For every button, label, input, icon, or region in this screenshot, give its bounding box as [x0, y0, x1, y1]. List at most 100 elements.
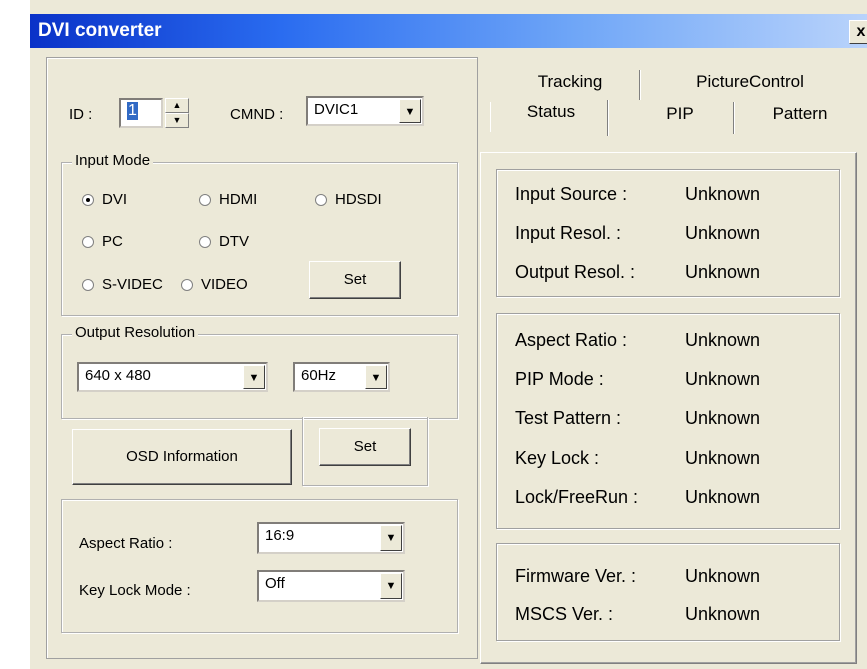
status-row-mscs-ver: MSCS Ver. : Unknown	[515, 604, 760, 625]
status-label: Output Resol. :	[515, 262, 636, 282]
spin-up-icon[interactable]: ▲	[165, 98, 189, 113]
tab-divider	[639, 70, 640, 100]
status-label: Aspect Ratio :	[515, 330, 628, 350]
status-label: MSCS Ver. :	[515, 604, 614, 624]
radio-label: S-VIDEC	[102, 276, 163, 293]
status-label: Input Source :	[515, 184, 628, 204]
tab-pattern[interactable]: Pattern	[740, 104, 860, 132]
key-lock-mode-label: Key Lock Mode :	[79, 582, 191, 599]
osd-set-button[interactable]: Set	[319, 428, 411, 466]
osd-information-button[interactable]: OSD Information	[72, 429, 292, 485]
status-row-pip-mode: PIP Mode : Unknown	[515, 369, 760, 390]
radio-label: HDMI	[219, 191, 258, 208]
radio-selected-icon	[82, 193, 94, 206]
status-row-firmware-ver: Firmware Ver. : Unknown	[515, 566, 760, 587]
chevron-down-icon[interactable]: ▼	[380, 525, 402, 551]
radio-pc[interactable]: PC	[82, 233, 123, 250]
status-label: Lock/FreeRun :	[515, 487, 639, 507]
tab-divider	[733, 102, 734, 134]
radio-label: DVI	[102, 191, 128, 208]
control-panel: ID : 1 ▲ ▼ CMND : DVIC1 ▼ Input Mode DVI…	[46, 57, 478, 659]
radio-label: PC	[102, 233, 123, 250]
status-row-lock-freerun: Lock/FreeRun : Unknown	[515, 487, 760, 508]
refresh-rate-select[interactable]: 60Hz ▼	[293, 362, 390, 392]
status-label: Firmware Ver. :	[515, 566, 637, 586]
radio-icon	[82, 278, 94, 291]
radio-hdmi[interactable]: HDMI	[199, 191, 257, 208]
status-value: Unknown	[685, 566, 761, 586]
chevron-down-icon[interactable]: ▼	[365, 365, 387, 389]
radio-icon	[181, 278, 193, 291]
status-row-output-resol: Output Resol. : Unknown	[515, 262, 760, 283]
aspect-ratio-select[interactable]: 16:9 ▼	[257, 522, 405, 554]
osd-set-frame: Set	[302, 417, 428, 486]
input-mode-group: Input Mode DVI HDMI HDSDI PC DTV S-VIDEC…	[61, 152, 458, 316]
status-value: Unknown	[685, 487, 761, 507]
aspect-ratio-label: Aspect Ratio :	[79, 535, 173, 552]
title-bar[interactable]: DVI converter x	[30, 14, 867, 48]
tab-status[interactable]: Status	[490, 102, 611, 132]
chevron-down-icon[interactable]: ▼	[243, 365, 265, 389]
status-value: Unknown	[685, 369, 761, 389]
status-value: Unknown	[685, 448, 761, 468]
key-lock-mode-value: Off	[265, 575, 285, 592]
status-value: Unknown	[685, 408, 761, 428]
resolution-value: 640 x 480	[85, 367, 151, 384]
status-label: PIP Mode :	[515, 369, 604, 389]
radio-dtv[interactable]: DTV	[199, 233, 249, 250]
status-label: Key Lock :	[515, 448, 600, 468]
radio-video[interactable]: VIDEO	[181, 276, 248, 293]
radio-label: DTV	[219, 233, 249, 250]
status-value: Unknown	[685, 330, 761, 350]
radio-hdsdi[interactable]: HDSDI	[315, 191, 382, 208]
id-label: ID :	[69, 106, 93, 123]
status-row-key-lock: Key Lock : Unknown	[515, 448, 760, 469]
status-row-input-source: Input Source : Unknown	[515, 184, 760, 205]
radio-icon	[199, 193, 211, 206]
key-lock-mode-select[interactable]: Off ▼	[257, 570, 405, 602]
status-value: Unknown	[685, 604, 761, 624]
radio-label: HDSDI	[335, 191, 382, 208]
status-label: Test Pattern :	[515, 408, 622, 428]
input-mode-set-button[interactable]: Set	[309, 261, 401, 299]
cmnd-select[interactable]: DVIC1 ▼	[306, 96, 424, 126]
status-label: Input Resol. :	[515, 223, 622, 243]
tab-divider	[607, 100, 608, 136]
input-mode-title: Input Mode	[72, 152, 154, 169]
status-group-version: Firmware Ver. : Unknown MSCS Ver. : Unkn…	[496, 543, 840, 641]
status-row-input-resol: Input Resol. : Unknown	[515, 223, 760, 244]
window-title: DVI converter	[38, 20, 162, 41]
radio-icon	[82, 235, 94, 248]
cmnd-value: DVIC1	[314, 101, 359, 118]
tab-tracking[interactable]: Tracking	[510, 72, 630, 100]
radio-dvi[interactable]: DVI	[82, 191, 127, 208]
resolution-select[interactable]: 640 x 480 ▼	[77, 362, 268, 392]
id-spinner[interactable]: ▲ ▼	[165, 98, 189, 128]
output-resolution-group: Output Resolution 640 x 480 ▼ 60Hz ▼	[61, 324, 458, 419]
aspect-keylock-group: Aspect Ratio : 16:9 ▼ Key Lock Mode : Of…	[61, 499, 458, 633]
status-row-test-pattern: Test Pattern : Unknown	[515, 408, 760, 429]
id-input[interactable]: 1	[119, 98, 163, 128]
tab-pip[interactable]: PIP	[610, 104, 750, 132]
status-group-settings: Aspect Ratio : Unknown PIP Mode : Unknow…	[496, 313, 840, 529]
status-group-input: Input Source : Unknown Input Resol. : Un…	[496, 169, 840, 297]
chevron-down-icon[interactable]: ▼	[380, 573, 402, 599]
dvi-converter-window: DVI converter x ID : 1 ▲ ▼ CMND : DVIC1 …	[30, 0, 867, 669]
chevron-down-icon[interactable]: ▼	[399, 99, 421, 123]
cmnd-label: CMND :	[230, 106, 284, 123]
status-row-aspect-ratio: Aspect Ratio : Unknown	[515, 330, 760, 351]
radio-icon	[315, 193, 327, 206]
status-tab-page: Input Source : Unknown Input Resol. : Un…	[480, 152, 857, 664]
id-value: 1	[127, 102, 138, 120]
aspect-ratio-value: 16:9	[265, 527, 295, 544]
status-value: Unknown	[685, 262, 761, 282]
close-button[interactable]: x	[849, 20, 867, 44]
spin-down-icon[interactable]: ▼	[165, 113, 189, 128]
status-value: Unknown	[685, 223, 761, 243]
status-value: Unknown	[685, 184, 761, 204]
radio-icon	[199, 235, 211, 248]
refresh-rate-value: 60Hz	[301, 367, 337, 384]
tab-picture-control[interactable]: PictureControl	[650, 72, 850, 100]
output-resolution-title: Output Resolution	[72, 324, 199, 341]
radio-s-video[interactable]: S-VIDEC	[82, 276, 163, 293]
